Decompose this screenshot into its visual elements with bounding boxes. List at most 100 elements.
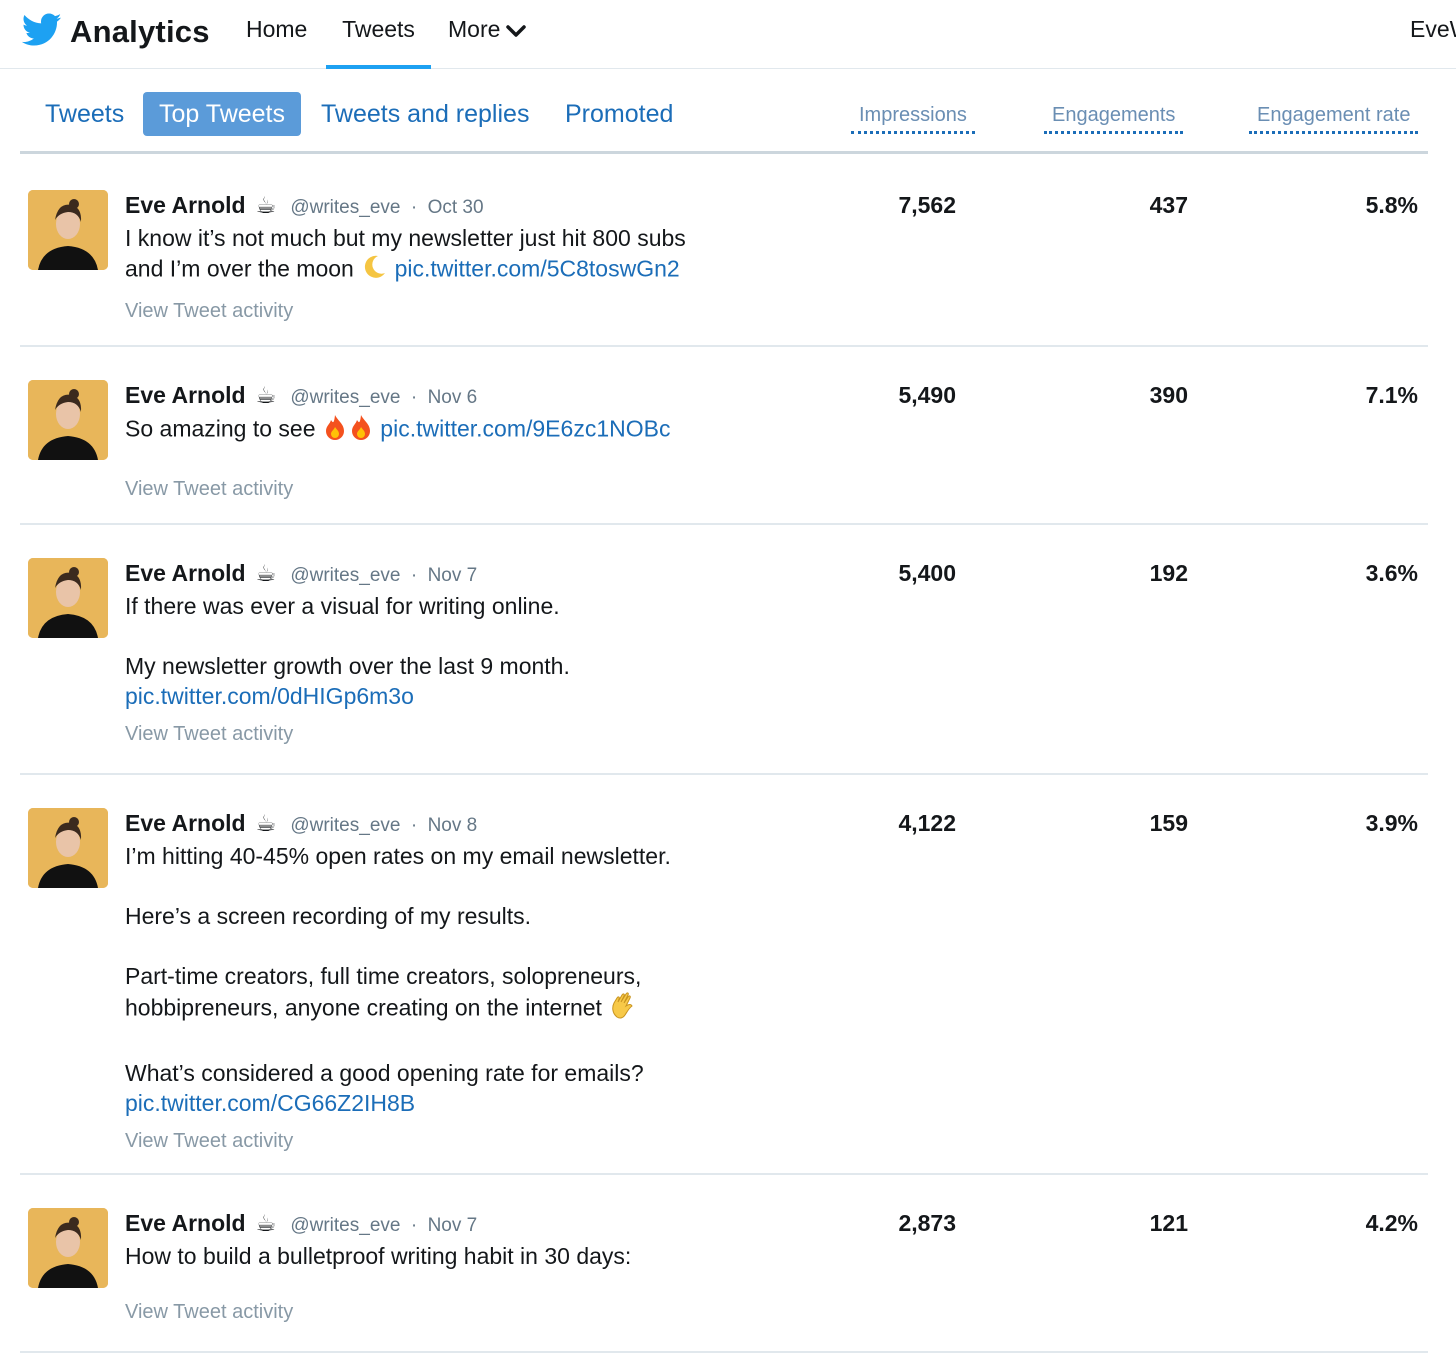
coffee-icon: ☕ — [255, 560, 277, 586]
tweet-content: Eve Arnold ☕ @writes_eve · Nov 7 How to … — [125, 1208, 805, 1327]
coffee-icon: ☕ — [255, 382, 277, 408]
impressions-value: 5,490 — [898, 382, 956, 408]
author-name[interactable]: Eve Arnold — [125, 560, 246, 586]
tweet-text: How to build a bulletproof writing habit… — [125, 1241, 805, 1271]
engagement-rate-value: 4.2% — [1365, 1210, 1418, 1236]
avatar[interactable] — [28, 808, 108, 888]
engagement-rate-value: 5.8% — [1365, 192, 1418, 218]
tweet-meta: Eve Arnold ☕ @writes_eve · Nov 6 — [125, 380, 805, 413]
tab-tweets[interactable]: Tweets — [29, 92, 140, 136]
view-tweet-activity-link[interactable]: View Tweet activity — [125, 719, 805, 749]
author-name[interactable]: Eve Arnold — [125, 810, 246, 836]
engagement-rate-value: 3.9% — [1365, 810, 1418, 836]
tweet-text-line: So amazing to see pic.twitter.com/9E6zc1… — [125, 413, 805, 448]
coffee-icon: ☕ — [255, 192, 277, 218]
author-handle[interactable]: @writes_eve — [290, 565, 400, 586]
meta-separator: · — [410, 1215, 418, 1236]
engagements-value: 192 — [1149, 560, 1188, 586]
author-name[interactable]: Eve Arnold — [125, 1210, 246, 1236]
tweet-text-line: My newsletter growth over the last 9 mon… — [125, 653, 570, 679]
avatar[interactable] — [28, 558, 108, 638]
waving-hand-icon — [608, 991, 638, 1028]
brand-title: Analytics — [70, 14, 210, 49]
fire-icon — [348, 413, 374, 448]
engagements-value: 159 — [1149, 810, 1188, 836]
author-handle[interactable]: @writes_eve — [290, 1215, 400, 1236]
engagements-value: 437 — [1149, 192, 1188, 218]
coffee-icon: ☕ — [255, 810, 277, 836]
engagement-rate-value: 7.1% — [1365, 382, 1418, 408]
tweet-content: Eve Arnold ☕ @writes_eve · Nov 6 So amaz… — [125, 380, 805, 504]
column-header-engagements[interactable]: Engagements — [1044, 104, 1184, 134]
meta-separator: · — [410, 565, 418, 586]
tweet-link[interactable]: pic.twitter.com/0dHIGp6m3o — [125, 681, 805, 711]
author-name[interactable]: Eve Arnold — [125, 382, 246, 408]
author-handle[interactable]: @writes_eve — [290, 815, 400, 836]
column-header-impressions[interactable]: Impressions — [851, 104, 975, 134]
tweet-text-line: Here’s a screen recording of my results. — [125, 903, 532, 929]
nav-tweets[interactable]: Tweets — [326, 16, 431, 69]
author-handle[interactable]: @writes_eve — [290, 197, 400, 218]
coffee-icon: ☕ — [255, 1210, 277, 1236]
tweet-link[interactable]: pic.twitter.com/CG66Z2IH8B — [125, 1088, 805, 1118]
impressions-value: 5,400 — [898, 560, 956, 586]
engagement-rate-value: 3.6% — [1365, 560, 1418, 586]
tweet-text-line: How to build a bulletproof writing habit… — [125, 1243, 632, 1269]
avatar[interactable] — [28, 190, 108, 270]
tab-top-tweets[interactable]: Top Tweets — [143, 92, 302, 136]
author-handle[interactable]: @writes_eve — [290, 387, 400, 408]
view-tweet-activity-link[interactable]: View Tweet activity — [125, 296, 805, 326]
nav-more[interactable]: More — [448, 16, 527, 69]
engagements-value: 121 — [1149, 1210, 1188, 1236]
table-row: Eve Arnold ☕ @writes_eve · Nov 7 If ther… — [20, 525, 1428, 775]
author-name[interactable]: Eve Arnold — [125, 192, 246, 218]
tweet-text-line: I’m hitting 40-45% open rates on my emai… — [125, 843, 671, 869]
impressions-value: 7,562 — [898, 192, 956, 218]
tweet-date[interactable]: Nov 6 — [428, 387, 478, 408]
meta-separator: · — [410, 387, 418, 408]
tweet-link[interactable]: pic.twitter.com/5C8toswGn2 — [395, 256, 680, 282]
table-row: Eve Arnold ☕ @writes_eve · Oct 30 I know… — [20, 157, 1428, 347]
meta-separator: · — [410, 197, 418, 218]
column-header-engagement-rate[interactable]: Engagement rate — [1249, 104, 1419, 134]
tweet-content: Eve Arnold ☕ @writes_eve · Nov 8 I’m hit… — [125, 808, 805, 1156]
avatar[interactable] — [28, 380, 108, 460]
tweet-text-line: and I’m over the moon pic.twitter.com/5C… — [125, 253, 805, 288]
top-navigation-bar: Analytics Home Tweets More EveW — [0, 0, 1456, 69]
avatar[interactable] — [28, 1208, 108, 1288]
tweet-content: Eve Arnold ☕ @writes_eve · Nov 7 If ther… — [125, 558, 805, 749]
tweet-text-line: If there was ever a visual for writing o… — [125, 593, 560, 619]
chevron-down-icon — [500, 16, 527, 44]
tweet-meta: Eve Arnold ☕ @writes_eve · Nov 8 — [125, 808, 805, 841]
account-menu[interactable]: EveW — [1410, 16, 1456, 43]
tab-tweets-and-replies[interactable]: Tweets and replies — [305, 92, 545, 136]
tab-promoted[interactable]: Promoted — [549, 92, 689, 136]
tweet-filter-tabs: Tweets Top Tweets Tweets and replies Pro… — [20, 90, 1428, 154]
tweet-date[interactable]: Oct 30 — [428, 197, 484, 218]
tweet-text-line: What’s considered a good opening rate fo… — [125, 1060, 644, 1086]
view-tweet-activity-link[interactable]: View Tweet activity — [125, 474, 805, 504]
tweet-link[interactable]: pic.twitter.com/9E6zc1NOBc — [380, 416, 670, 442]
tweet-date[interactable]: Nov 7 — [428, 1215, 478, 1236]
view-tweet-activity-link[interactable]: View Tweet activity — [125, 1297, 805, 1327]
tweet-date[interactable]: Nov 7 — [428, 565, 478, 586]
meta-separator: · — [410, 815, 418, 836]
tweet-text: I’m hitting 40-45% open rates on my emai… — [125, 841, 805, 1118]
tweet-meta: Eve Arnold ☕ @writes_eve · Nov 7 — [125, 558, 805, 591]
tweet-text-fragment: and I’m over the moon — [125, 255, 354, 282]
impressions-value: 2,873 — [898, 1210, 956, 1236]
tweet-text-line: hobbipreneurs, anyone creating on the in… — [125, 991, 805, 1028]
tweet-text: So amazing to see pic.twitter.com/9E6zc1… — [125, 413, 805, 448]
tweet-date[interactable]: Nov 8 — [428, 815, 478, 836]
nav-home[interactable]: Home — [246, 16, 307, 69]
view-tweet-activity-link[interactable]: View Tweet activity — [125, 1126, 805, 1156]
tweet-text: If there was ever a visual for writing o… — [125, 591, 805, 711]
fire-icon — [322, 413, 348, 448]
brand[interactable]: Analytics — [21, 12, 210, 52]
tweet-text: I know it’s not much but my newsletter j… — [125, 223, 805, 288]
tweet-text-fragment: hobbipreneurs, anyone creating on the in… — [125, 994, 602, 1021]
tweet-meta: Eve Arnold ☕ @writes_eve · Oct 30 — [125, 190, 805, 223]
